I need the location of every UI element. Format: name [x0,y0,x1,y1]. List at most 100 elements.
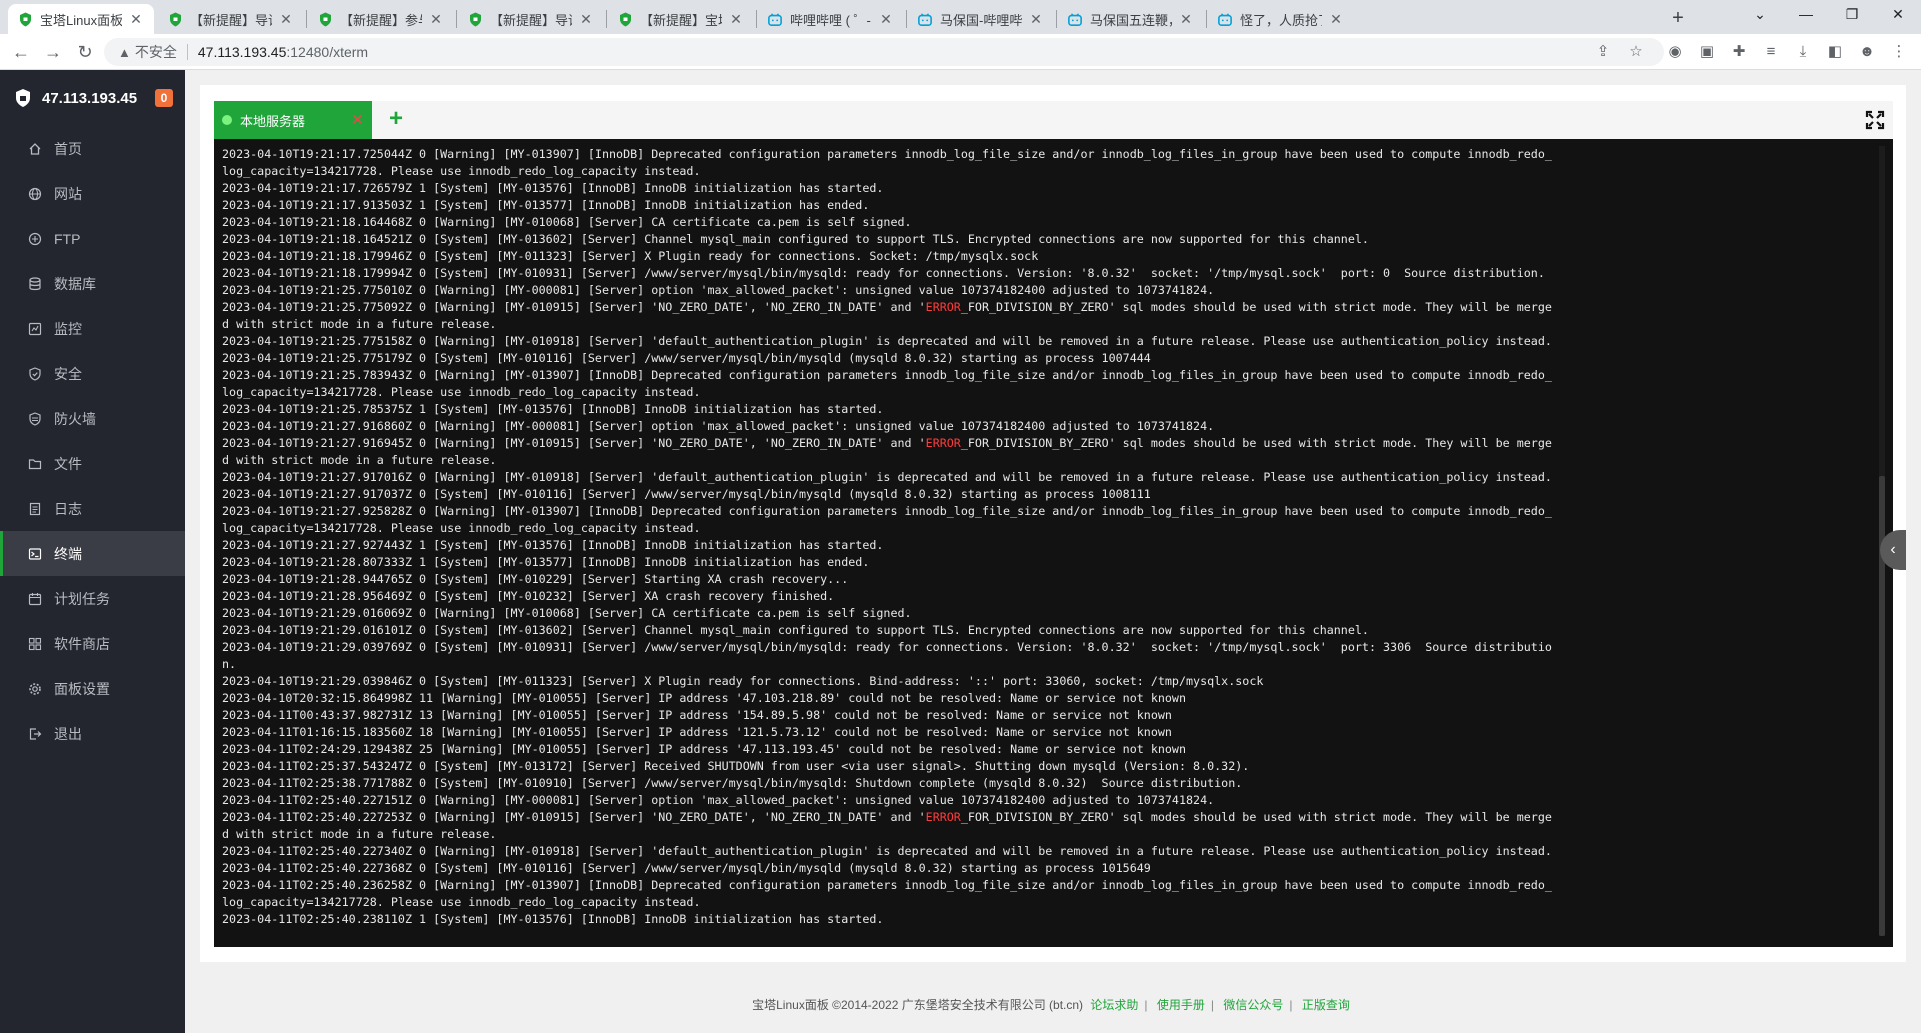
close-tab-icon[interactable]: ✕ [878,11,894,28]
bt-shield-icon [168,11,182,27]
error-keyword: ERROR [925,300,961,314]
terminal-line: 2023-04-10T19:21:27.917037Z 0 [System] [… [222,487,1151,501]
close-window-icon[interactable]: ✕ [1875,0,1921,30]
browser-tab[interactable]: 马保国五连鞭，但是 ✕ [1058,4,1204,34]
browser-tab-title: 哔哩哔哩 ( ゜- ゜)つロ [790,12,872,28]
close-tab-icon[interactable]: ✕ [351,110,364,130]
folder-icon [28,457,42,471]
terminal-line: 2023-04-10T19:21:18.164468Z 0 [Warning] … [222,215,912,229]
notification-badge[interactable]: 0 [155,89,173,107]
browser-tab[interactable]: 【新提醒】宝塔面板- ✕ [608,4,754,34]
sidebar-item[interactable]: 数据库 [0,261,185,306]
browser-tab-title: 宝塔Linux面板 [40,12,122,28]
sidebar-item[interactable]: 监控 [0,306,185,351]
sidebar-item[interactable]: 网站 [0,171,185,216]
reload-icon[interactable]: ↻ [72,39,98,65]
terminal-line: 2023-04-10T19:21:25.783943Z 0 [Warning] … [222,368,1552,382]
close-tab-icon[interactable]: ✕ [578,11,594,28]
browser-menu-icon[interactable]: ⋮ [1889,42,1909,62]
terminal-tab-local[interactable]: 本地服务器 ✕ [214,101,372,139]
bilibili-icon [1068,11,1082,27]
terminal-icon [28,547,42,561]
extension-app-icon[interactable]: ▣ [1697,42,1717,62]
footer-link-forum[interactable]: 论坛求助 [1090,998,1138,1012]
sidebar-item-label: 面板设置 [54,680,110,697]
browser-tab[interactable]: 哔哩哔哩 ( ゜- ゜)つロ ✕ [758,4,904,34]
download-icon[interactable]: ⤓ [1793,42,1813,62]
sidebar-item[interactable]: 退出 [0,711,185,756]
browser-tab-title: 马保国-哔哩哔哩_Bilib [940,12,1022,28]
reading-list-icon[interactable]: ≡ [1761,42,1781,62]
url-field[interactable]: ▲ 不安全 47.113.193.45:12480/xterm [104,38,1664,66]
sidebar-item-label: 文件 [54,455,82,472]
browser-tab-title: 马保国五连鞭，但是 [1090,12,1172,28]
footer-link-manual[interactable]: 使用手册 [1157,998,1205,1012]
share-icon[interactable]: ⇪ [1593,42,1613,62]
sidebar-item[interactable]: 软件商店 [0,621,185,666]
main-area: 本地服务器 ✕ + 2023-04-10T19:21:17.725044Z 0 … [185,70,1921,1033]
sidebar-item-label: 终端 [54,545,82,562]
browser-tab-title: 怪了，人质抢了劫匪 [1240,12,1322,28]
logout-icon [28,727,42,741]
server-ip: 47.113.193.45 [42,89,138,107]
sidebar-item[interactable]: 终端 [0,531,185,576]
terminal-line: 2023-04-10T19:21:28.944765Z 0 [System] [… [222,572,849,586]
terminal-line: 2023-04-10T19:21:17.726579Z 1 [System] [… [222,181,884,195]
extension-ghost-icon[interactable]: ◉ [1665,42,1685,62]
browser-tab[interactable]: 怪了，人质抢了劫匪 ✕ [1208,4,1354,34]
close-tab-icon[interactable]: ✕ [1328,11,1344,28]
terminal-line: log_capacity=134217728. Please use innod… [222,164,701,178]
new-tab-button[interactable]: + [1665,6,1691,32]
footer-link-license[interactable]: 正版查询 [1302,998,1350,1012]
close-tab-icon[interactable]: ✕ [728,11,744,28]
sidebar-item[interactable]: 首页 [0,126,185,171]
bilibili-icon [918,11,932,27]
close-tab-icon[interactable]: ✕ [428,11,444,28]
bt-logo-icon [16,89,30,107]
footer: 宝塔Linux面板 ©2014-2022 广东堡塔安全技术有限公司 (bt.cn… [752,998,1350,1012]
terminal-line: 2023-04-11T02:25:40.227368Z 0 [System] [… [222,861,1151,875]
browser-tab-title: 【新提醒】宝塔面板- [640,12,722,28]
terminal-screen[interactable]: 2023-04-10T19:21:17.725044Z 0 [Warning] … [214,139,1893,947]
browser-tab[interactable]: 【新提醒】导读-我的笔 ✕ [458,4,604,34]
back-icon[interactable]: ← [8,39,34,65]
extensions-puzzle-icon[interactable]: ✚ [1729,42,1749,62]
sidebar-item[interactable]: 安全 [0,351,185,396]
footer-link-wechat[interactable]: 微信公众号 [1223,998,1283,1012]
terminal-line: 2023-04-11T02:25:40.236258Z 0 [Warning] … [222,878,1552,892]
close-tab-icon[interactable]: ✕ [1178,11,1194,28]
tab-separator [306,10,307,28]
browser-tab[interactable]: 【新提醒】参与/回复主 ✕ [308,4,454,34]
forward-icon[interactable]: → [40,39,66,65]
restore-icon[interactable]: ❐ [1829,0,1875,30]
sidebar-item[interactable]: 面板设置 [0,666,185,711]
monitor-icon [28,322,42,336]
sidebar-item[interactable]: 文件 [0,441,185,486]
browser-tab[interactable]: 马保国-哔哩哔哩_Bilib ✕ [908,4,1054,34]
close-tab-icon[interactable]: ✕ [278,11,294,28]
side-panel-icon[interactable]: ◧ [1825,42,1845,62]
terminal-line: 2023-04-10T19:21:29.016101Z 0 [System] [… [222,623,1369,637]
bilibili-icon [768,11,782,27]
fullscreen-icon[interactable] [1865,110,1885,130]
bookmark-star-icon[interactable]: ☆ [1626,42,1646,62]
home-icon [28,142,42,156]
sidebar-item[interactable]: 防火墙 [0,396,185,441]
sidebar-item[interactable]: FTP [0,216,185,261]
sidebar-item[interactable]: 日志 [0,486,185,531]
profile-avatar-icon[interactable]: ☻ [1857,42,1877,62]
add-terminal-button[interactable]: + [384,107,408,132]
browser-tab[interactable]: 宝塔Linux面板 ✕ [8,4,154,34]
close-tab-icon[interactable]: ✕ [128,11,144,28]
log-icon [28,502,42,516]
url-host: 47.113.193.45 [197,44,287,60]
close-tab-icon[interactable]: ✕ [1028,11,1044,28]
tab-search-icon[interactable]: ⌄ [1737,0,1783,30]
minimize-icon[interactable]: — [1783,0,1829,30]
connected-status-icon [222,115,232,125]
tab-separator [1206,10,1207,28]
terminal-line: d with strict mode in a future release. [222,453,497,467]
browser-tab[interactable]: 【新提醒】导读-我的笔 ✕ [158,4,304,34]
sidebar-item[interactable]: 计划任务 [0,576,185,621]
terminal-line: 2023-04-10T19:21:18.179946Z 0 [System] [… [222,249,1039,263]
